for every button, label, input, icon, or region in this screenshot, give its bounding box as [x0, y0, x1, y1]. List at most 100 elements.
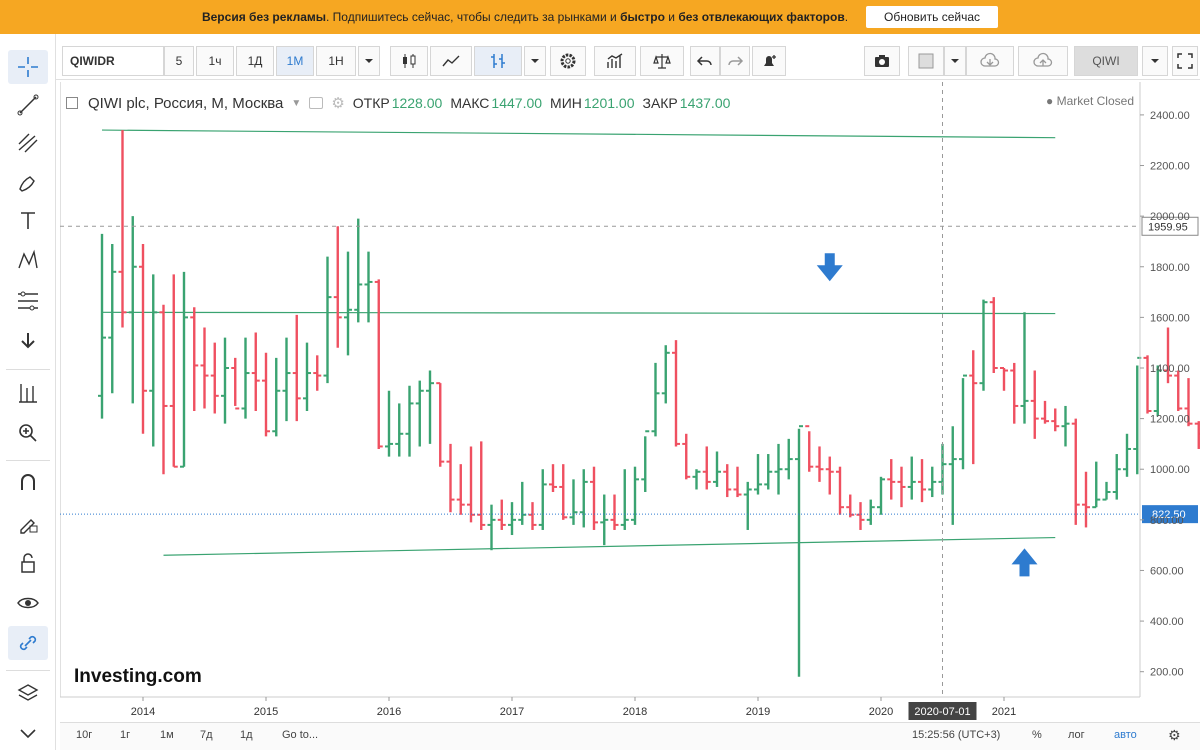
crosshair-date-label: 2020-07-01	[914, 706, 970, 718]
bars-icon[interactable]	[474, 46, 522, 76]
high-value: 1447.00	[491, 95, 543, 111]
pitchfork-icon[interactable]	[8, 126, 48, 160]
visibility-icon[interactable]	[309, 97, 324, 109]
collapse-toolbar-icon[interactable]	[8, 716, 48, 750]
layers-icon[interactable]	[8, 676, 48, 710]
y-tick-label: 1600.00	[1150, 312, 1190, 324]
ohlc-bar	[1143, 355, 1152, 414]
chart-pane[interactable]	[60, 82, 1140, 697]
crosshair-icon[interactable]	[8, 50, 48, 84]
fullscreen-icon[interactable]	[1172, 46, 1198, 76]
settings-small-icon[interactable]: ⚙	[331, 94, 344, 112]
symbol-search-input[interactable]: QIWIDR	[62, 46, 164, 76]
low-value: 1201.00	[583, 95, 635, 111]
symbol-dropdown-icon[interactable]	[1142, 46, 1168, 76]
x-tick-label: 2015	[254, 706, 278, 718]
trend-line-icon[interactable]	[8, 88, 48, 122]
redo-icon[interactable]	[720, 46, 750, 76]
settings-bottom-icon[interactable]: ⚙	[1168, 727, 1181, 744]
arrow-down-icon[interactable]	[8, 324, 48, 358]
candles-icon[interactable]	[390, 46, 428, 76]
instrument-name[interactable]: QIWI plc, Россия, M, Москва	[88, 95, 283, 112]
y-tick-label: 1800.00	[1150, 262, 1190, 274]
zoom-icon[interactable]	[8, 416, 48, 450]
cloud-save-icon[interactable]	[1018, 46, 1068, 76]
cloud-load-icon[interactable]	[966, 46, 1014, 76]
eye-icon[interactable]	[8, 586, 48, 620]
x-tick-label: 2017	[500, 706, 524, 718]
x-tick-label: 2021	[992, 706, 1016, 718]
chart-legend: QIWI plc, Россия, M, Москва ▼ ⚙ ОТКР 1228…	[66, 94, 730, 112]
y-tick-label: 200.00	[1150, 667, 1184, 679]
lock-drawings-icon[interactable]	[8, 506, 48, 540]
chart-toolbar: QIWIDR 5 1ч 1Д 1М 1Н QIWI	[56, 42, 1200, 80]
goto-button[interactable]: Go to...	[282, 729, 318, 741]
y-tick-label: 2400.00	[1150, 110, 1190, 122]
pattern-icon[interactable]	[8, 244, 48, 278]
clock: 15:25:56 (UTC+3)	[912, 729, 1001, 741]
ohlc-bar	[1174, 370, 1183, 412]
legend-dropdown-icon[interactable]: ▼	[291, 98, 301, 109]
bottom-bar: 10г 1г 1м 7д 1д Go to... 15:25:56 (UTC+3…	[60, 722, 1200, 750]
theme-dropdown-icon[interactable]	[944, 46, 966, 76]
screenshot-camera-icon[interactable]	[864, 46, 900, 76]
x-tick-label: 2018	[623, 706, 647, 718]
y-tick-label: 600.00	[1150, 565, 1184, 577]
interval-1h[interactable]: 1ч	[196, 46, 234, 76]
y-tick-label: 1200.00	[1150, 414, 1190, 426]
chart-type-dropdown-icon[interactable]	[524, 46, 546, 76]
upgrade-button[interactable]: Обновить сейчас	[866, 6, 999, 28]
y-tick-label: 1000.00	[1150, 464, 1190, 476]
y-tick-label: 2200.00	[1150, 161, 1190, 173]
y-tick-label: 2000.00	[1150, 211, 1190, 223]
x-tick-label: 2016	[377, 706, 401, 718]
symbol-label[interactable]: QIWI	[1074, 46, 1138, 76]
color-theme-icon[interactable]	[908, 46, 944, 76]
ohlc-bar	[1184, 378, 1193, 427]
interval-1m[interactable]: 1М	[276, 46, 314, 76]
percent-toggle[interactable]: %	[1032, 729, 1042, 741]
range-1y[interactable]: 1г	[120, 729, 130, 741]
close-label: ЗАКР	[642, 95, 678, 111]
magnet-icon[interactable]	[8, 466, 48, 500]
legend-swatch	[66, 97, 78, 109]
x-tick-label: 2020	[869, 706, 893, 718]
brush-icon[interactable]	[8, 164, 48, 198]
close-value: 1437.00	[679, 95, 731, 111]
interval-1w[interactable]: 1Н	[316, 46, 356, 76]
x-tick-label: 2014	[131, 706, 155, 718]
interval-5[interactable]: 5	[164, 46, 194, 76]
last-price-box	[1142, 505, 1198, 524]
indicators-icon[interactable]	[8, 376, 48, 410]
interval-1d[interactable]: 1Д	[236, 46, 274, 76]
area-chart-icon[interactable]	[430, 46, 472, 76]
unlock-icon[interactable]	[8, 546, 48, 580]
text-tool-icon[interactable]	[8, 204, 48, 238]
promo-text: Версия без рекламы. Подпишитесь сейчас, …	[201, 10, 849, 24]
auto-toggle[interactable]: авто	[1114, 729, 1137, 741]
drawing-toolbar	[0, 34, 56, 750]
crosshair-date-box	[908, 702, 977, 720]
open-label: ОТКР	[352, 95, 390, 111]
link-icon[interactable]	[8, 626, 48, 660]
crosshair-price-box	[1141, 216, 1199, 236]
x-tick-label: 2019	[746, 706, 770, 718]
log-toggle[interactable]: лог	[1068, 729, 1085, 741]
indicators-toolbar-icon[interactable]	[594, 46, 636, 76]
alert-bell-icon[interactable]	[752, 46, 786, 76]
range-1m[interactable]: 1м	[160, 729, 174, 741]
range-7d[interactable]: 7д	[200, 729, 213, 741]
range-10y[interactable]: 10г	[76, 729, 92, 741]
range-1d[interactable]: 1д	[240, 729, 253, 741]
open-value: 1228.00	[391, 95, 443, 111]
undo-icon[interactable]	[690, 46, 720, 76]
ohlc-bar	[1194, 421, 1200, 449]
y-tick-label: 400.00	[1150, 616, 1184, 628]
settings-gear-icon[interactable]	[550, 46, 586, 76]
low-label: МИН	[550, 95, 582, 111]
market-status: ● Market Closed	[1046, 94, 1134, 108]
fib-icon[interactable]	[8, 284, 48, 318]
interval-dropdown-icon[interactable]	[358, 46, 380, 76]
compare-scales-icon[interactable]	[640, 46, 684, 76]
crosshair-price-label: 1959.95	[1148, 221, 1188, 233]
